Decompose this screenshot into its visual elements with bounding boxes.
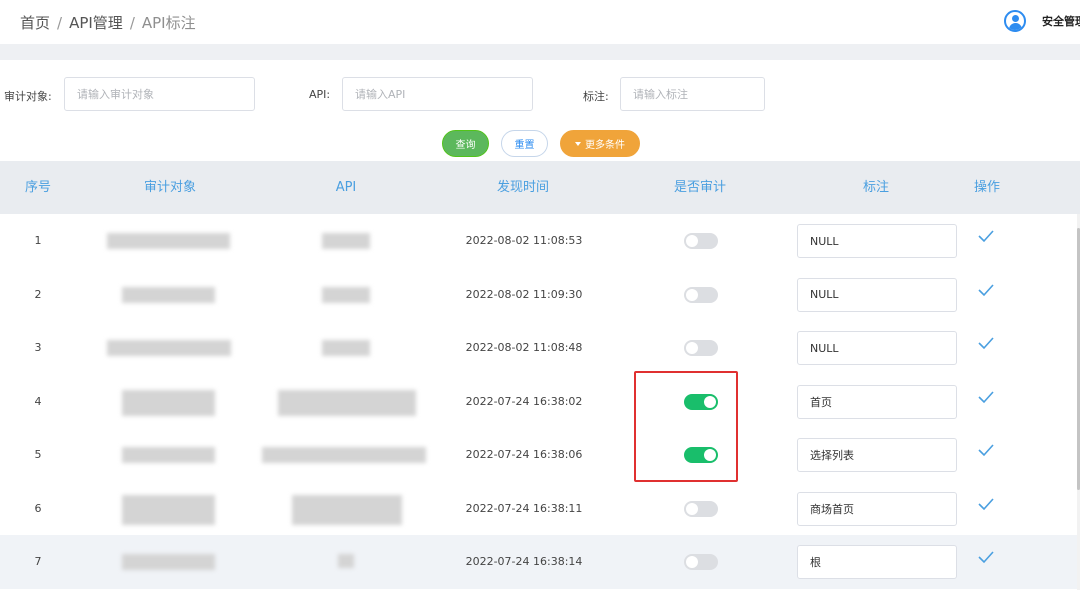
row-discovery-time: 2022-07-24 16:38:06 [465,448,583,461]
audit-switch[interactable] [684,340,718,356]
api-label: API: [309,88,331,101]
confirm-check-icon[interactable] [977,281,995,299]
table-row: 6 2022-07-24 16:38:11 [0,481,1077,535]
confirm-check-icon[interactable] [977,495,995,513]
confirm-check-icon[interactable] [977,227,995,245]
redacted-audit-target [107,340,231,356]
api-input[interactable] [342,77,533,111]
row-index: 5 [34,448,42,461]
redacted-api [278,389,416,416]
redacted-audit-target [107,233,230,249]
redacted-api [262,447,426,463]
reset-button-label: 重置 [514,140,535,151]
caret-down-icon [575,141,581,146]
row-discovery-time: 2022-08-02 11:08:48 [465,341,583,354]
table-row: 7 2022-07-24 16:38:14 [0,535,1077,589]
breadcrumb: 首页 / API管理 / API标注 [20,12,196,33]
breadcrumb-separator: / [129,14,135,32]
header-discovery-time: 发现时间 [496,180,549,195]
redacted-audit-target [122,494,215,525]
breadcrumb-current: API标注 [141,14,196,32]
query-button-label: 查询 [455,140,476,151]
redacted-audit-target [122,286,215,303]
switch-knob [686,288,698,301]
note-input[interactable] [620,77,765,111]
switch-knob [686,502,698,515]
note-field[interactable] [797,491,957,526]
confirm-check-icon[interactable] [977,388,995,406]
breadcrumb-home[interactable]: 首页 [20,14,50,32]
table-row: 5 2022-07-24 16:38:06 [0,428,1077,482]
reset-button[interactable]: 重置 [501,130,548,157]
row-index: 6 [34,501,42,515]
breadcrumb-api-management[interactable]: API管理 [69,14,123,32]
row-discovery-time: 2022-07-24 16:38:14 [465,555,583,568]
confirm-check-icon[interactable] [977,548,995,566]
header-note: 标注 [862,180,889,195]
row-discovery-time: 2022-07-24 16:38:11 [465,501,583,515]
note-field[interactable] [797,438,957,472]
header-audited: 是否审计 [673,180,726,195]
note-field[interactable] [797,331,957,365]
row-discovery-time: 2022-07-24 16:38:02 [465,394,583,408]
audit-switch[interactable] [684,286,718,303]
query-button[interactable]: 查询 [442,130,489,157]
redacted-api [292,494,402,525]
row-index: 2 [34,287,42,301]
more-conditions-label: 更多条件 [585,140,625,151]
header-divider [0,44,1080,60]
header-actions: 操作 [973,180,1000,195]
confirm-check-icon[interactable] [977,441,995,459]
table-row: 2 2022-08-02 11:09:30 [0,267,1077,321]
redacted-audit-target [122,389,215,416]
audit-switch[interactable] [684,233,718,249]
note-label: 标注: [583,90,609,103]
redacted-audit-target [122,554,215,570]
top-bar: 首页 / API管理 / API标注 安全管理 [0,0,1080,44]
redacted-api [322,233,370,249]
breadcrumb-separator: / [57,14,63,32]
audit-target-label: 审计对象: [4,90,52,103]
redacted-api [322,286,370,303]
user-menu[interactable]: 安全管理 [1004,9,1080,33]
user-name[interactable]: 安全管理 [1042,13,1080,29]
row-index: 4 [34,394,42,408]
table-row: 1 2022-08-02 11:08:53 [0,214,1077,268]
user-avatar-icon[interactable] [1004,10,1026,32]
note-field[interactable] [797,384,957,419]
table-row: 3 2022-08-02 11:08:48 [0,321,1077,375]
redacted-api [338,554,354,568]
audit-switch[interactable] [684,500,718,517]
row-discovery-time: 2022-08-02 11:08:53 [465,234,583,247]
table-row: 4 2022-07-24 16:38:02 [0,374,1077,428]
row-discovery-time: 2022-08-02 11:09:30 [465,287,583,301]
more-conditions-button[interactable]: 更多条件 [560,130,640,157]
header-index: 序号 [24,180,51,195]
header-api: API [335,180,357,195]
redacted-audit-target [122,447,215,463]
row-index: 1 [34,234,42,247]
confirm-check-icon[interactable] [977,334,995,352]
audit-target-input[interactable] [64,77,255,111]
switch-knob [686,342,698,354]
row-index: 7 [34,555,42,568]
header-audit-target: 审计对象 [143,180,196,195]
redacted-api [322,340,370,356]
highlight-annotation-box [634,371,738,482]
switch-knob [686,556,698,568]
audit-switch[interactable] [684,554,718,570]
switch-knob [686,235,698,247]
note-field[interactable] [797,277,957,312]
row-index: 3 [34,341,42,354]
note-field[interactable] [797,545,957,579]
table-header: 序号 审计对象 API 发现时间 是否审计 标注 操作 [0,161,1080,214]
note-field[interactable] [797,224,957,258]
